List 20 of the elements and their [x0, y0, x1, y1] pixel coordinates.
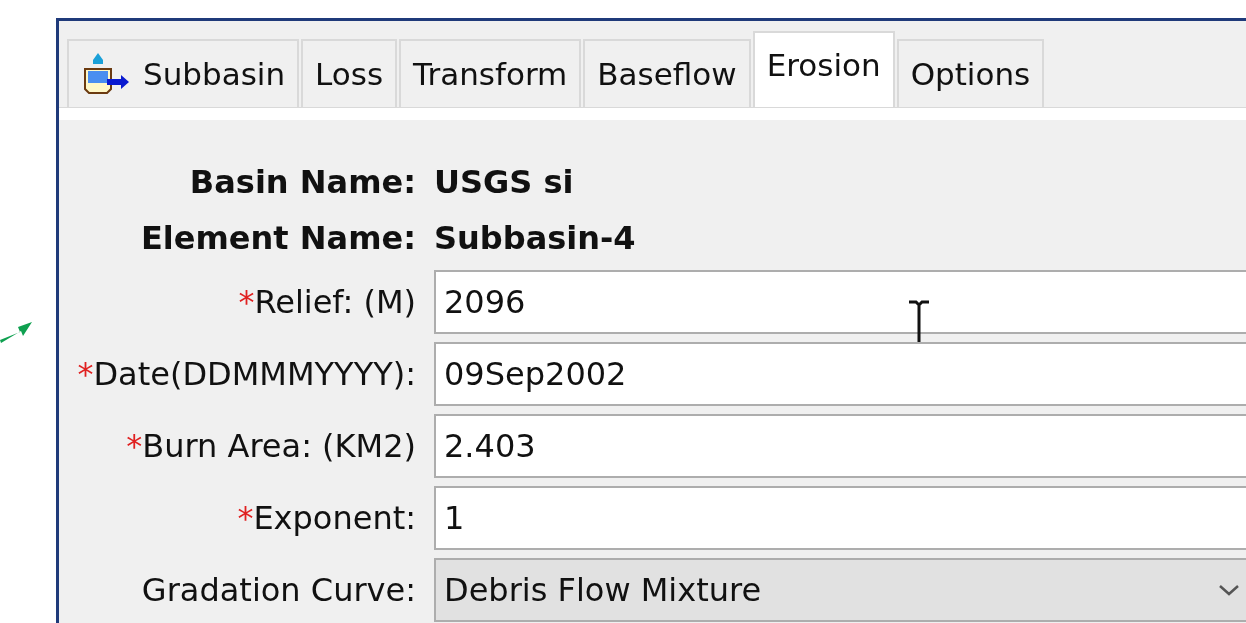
tab[interactable]: Options — [896, 39, 1045, 107]
info-value: USGS si — [434, 163, 574, 201]
dropdown[interactable]: Debris Flow Mixture — [434, 558, 1246, 622]
tab[interactable]: Baseflow — [583, 39, 751, 107]
field-label: *Burn Area: (KM2) — [125, 426, 416, 467]
input-field[interactable]: 09Sep2002 — [434, 342, 1246, 406]
info-label: Element Name: — [140, 218, 416, 259]
field-label: *Relief: (M) — [237, 282, 416, 323]
field-label: Gradation Curve: — [140, 570, 416, 611]
tab[interactable]: Erosion — [752, 31, 895, 107]
tab[interactable]: Subbasin — [67, 39, 300, 107]
field-label: *Date(DDMMMYYYY): — [76, 354, 416, 395]
chevron-down-icon — [1218, 583, 1240, 597]
input-field[interactable]: 2.403 — [434, 414, 1246, 478]
info-label: Basin Name: — [188, 162, 416, 203]
tab[interactable]: Transform — [399, 39, 582, 107]
field-label: *Exponent: — [236, 498, 416, 539]
info-value: Subbasin-4 — [434, 219, 636, 257]
tab[interactable]: Loss — [301, 39, 398, 107]
input-field[interactable]: 1 — [434, 486, 1246, 550]
